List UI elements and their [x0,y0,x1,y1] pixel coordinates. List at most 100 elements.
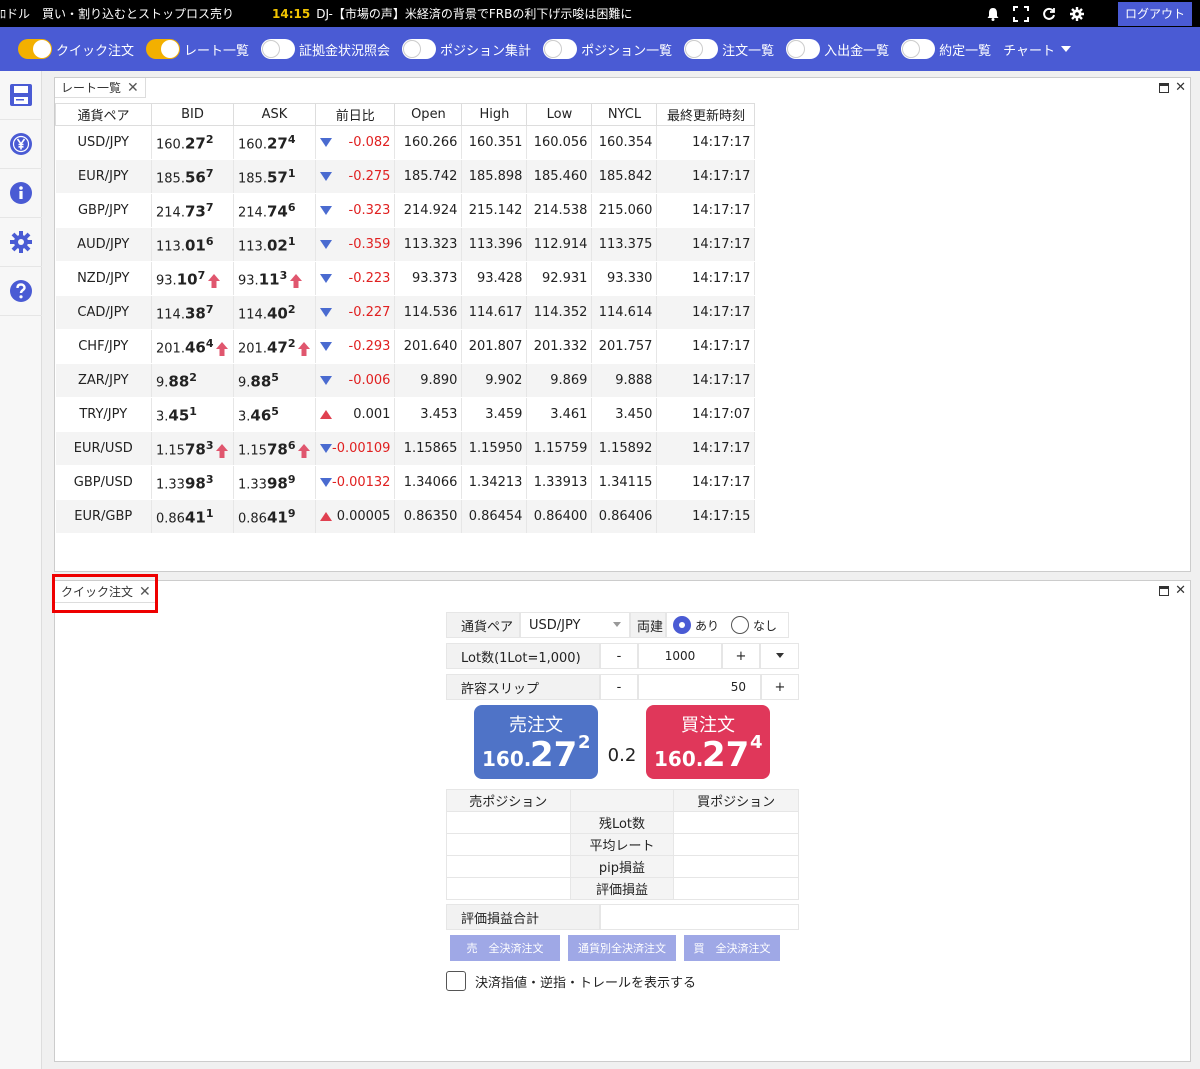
table-row[interactable]: AUD/JPY 113.016 113.021 -0.359 113.323 113.39… [55,227,756,262]
table-row[interactable]: GBP/USD 1.33983 1.33989 -0.00132 1.34066 1.34… [55,465,756,500]
pair-select[interactable]: USD/JPY [520,612,630,638]
ask-cell[interactable]: 160.274 [233,125,316,160]
col-header[interactable]: NYCL [591,103,658,126]
sell-order-button[interactable]: 売注文 160. 27 2 [474,705,598,779]
col-header[interactable]: 通貨ペア [55,103,152,126]
bid-cell[interactable]: 185.567 [151,159,234,194]
toggle-quick-order[interactable]: クイック注文 [18,39,134,59]
nav-help[interactable] [0,267,42,316]
slip-plus-button[interactable]: + [761,674,799,700]
col-header[interactable]: Low [526,103,593,126]
table-row[interactable]: CAD/JPY 114.387 114.402 -0.227 114.536 114.61… [55,295,756,330]
radio-ryodate-yes[interactable] [673,616,691,634]
bid-cell[interactable]: 0.86411 [151,499,234,534]
bell-icon[interactable] [984,5,1002,23]
table-row[interactable]: TRY/JPY 3.451 3.465 0.001 3.453 3.459 3.461 3.4… [55,397,756,432]
toggle-position-summary[interactable]: ポジション集計 [402,39,531,59]
table-row[interactable]: EUR/USD 1.15783 1.15786 -0.00109 1.15865 1.15… [55,431,756,466]
ask-cell[interactable]: 1.33989 [233,465,316,500]
order-buttons: 売注文 160. 27 2 0.2 買注文 160. 27 4 [446,705,799,781]
lot-input[interactable]: 1000 [638,643,722,669]
bid-cell[interactable]: 3.451 [151,397,234,432]
close-icon[interactable]: ✕ [1175,583,1186,598]
bid-cell[interactable]: 1.33983 [151,465,234,500]
ask-cell[interactable]: 1.15786 [233,431,316,466]
ask-cell[interactable]: 3.465 [233,397,316,432]
maximize-icon[interactable] [1159,83,1170,93]
col-header[interactable]: ASK [233,103,316,126]
buy-order-button[interactable]: 買注文 160. 27 4 [646,705,770,779]
maximize-icon[interactable] [1159,586,1170,596]
slip-input[interactable]: 50 [638,674,761,700]
col-header[interactable]: BID [151,103,234,126]
toggle-switch[interactable] [684,39,719,59]
toggle-margin-status[interactable]: 証拠金状況照会 [261,39,390,59]
toggle-switch[interactable] [402,39,437,59]
bid-cell[interactable]: 201.464 [151,329,234,364]
close-icon[interactable]: ✕ [127,80,139,96]
toggle-position-list[interactable]: ポジション一覧 [543,39,672,59]
lot-dropdown[interactable] [760,643,799,669]
ask-cell[interactable]: 114.402 [233,295,316,330]
gear-icon[interactable] [1068,5,1086,23]
ask-cell[interactable]: 9.885 [233,363,316,398]
pair-all-settle-button[interactable]: 通貨別全決済注文 [568,935,676,961]
up-arrow-icon [216,341,229,356]
bid-cell[interactable]: 93.107 [151,261,234,296]
nav-yen[interactable] [0,120,42,169]
time-cell: 14:17:17 [656,159,756,194]
toggle-order-list[interactable]: 注文一覧 [684,39,774,59]
bid-cell[interactable]: 9.882 [151,363,234,398]
bid-cell[interactable]: 1.15783 [151,431,234,466]
bid-cell[interactable]: 113.016 [151,227,234,262]
bid-cell[interactable]: 114.387 [151,295,234,330]
chart-menu[interactable]: チャート [1003,40,1073,59]
table-row[interactable]: NZD/JPY 93.107 93.113 -0.223 93.373 93.428 92.… [55,261,756,296]
ask-cell[interactable]: 113.021 [233,227,316,262]
bid-cell[interactable]: 160.272 [151,125,234,160]
tab-rate-list[interactable]: レート一覧 ✕ [55,78,146,98]
sell-all-settle-button[interactable]: 売 全決済注文 [450,935,560,961]
refresh-icon[interactable] [1040,5,1058,23]
fullscreen-icon[interactable] [1012,5,1030,23]
slip-minus-button[interactable]: - [600,674,638,700]
settle-options-checkbox[interactable] [446,971,466,991]
ticker-news[interactable]: DJ-【市場の声】米経済の背景でFRBの利下げ示唆は困難に [316,5,974,22]
toggle-execution-list[interactable]: 約定一覧 [901,39,991,59]
col-header[interactable]: High [461,103,528,126]
ask-cell[interactable]: 0.86419 [233,499,316,534]
table-row[interactable]: CHF/JPY 201.464 201.472 -0.293 201.640 201.80… [55,329,756,364]
toggle-switch[interactable] [901,39,936,59]
toggle-switch[interactable] [18,39,52,59]
toggle-switch[interactable] [543,39,578,59]
table-row[interactable]: GBP/JPY 214.737 214.746 -0.323 214.924 215.14… [55,193,756,228]
toggle-rate-list[interactable]: レート一覧 [146,39,249,59]
ask-cell[interactable]: 214.746 [233,193,316,228]
toggle-switch[interactable] [261,39,296,59]
ask-cell[interactable]: 201.472 [233,329,316,364]
nav-save[interactable] [0,71,42,120]
nav-settings[interactable] [0,218,42,267]
radio-ryodate-no[interactable] [731,616,750,634]
toggle-switch[interactable] [146,39,181,59]
lot-minus-button[interactable]: - [600,643,638,669]
table-row[interactable]: EUR/JPY 185.567 185.571 -0.275 185.742 185.89… [55,159,756,194]
bid-cell[interactable]: 214.737 [151,193,234,228]
logout-button[interactable]: ログアウト [1118,1,1192,26]
table-row[interactable]: USD/JPY 160.272 160.274 -0.082 160.266 160.35… [55,125,756,160]
ask-cell[interactable]: 185.571 [233,159,316,194]
ask-cell[interactable]: 93.113 [233,261,316,296]
col-header[interactable]: 前日比 [314,103,396,126]
close-icon[interactable]: ✕ [1175,80,1186,95]
lot-plus-button[interactable]: + [722,643,760,669]
side-nav [0,71,42,1069]
buy-all-settle-button[interactable]: 買 全決済注文 [684,935,780,961]
toggle-switch[interactable] [786,39,821,59]
nav-info[interactable] [0,169,42,218]
table-row[interactable]: EUR/GBP 0.86411 0.86419 0.00005 0.86350 0.864… [55,499,756,534]
price-head: 185. [156,171,185,187]
toggle-deposit-list[interactable]: 入出金一覧 [786,39,889,59]
col-header[interactable]: Open [394,103,463,126]
table-row[interactable]: ZAR/JPY 9.882 9.885 -0.006 9.890 9.902 9.869 9.… [55,363,756,398]
col-header[interactable]: 最終更新時刻 [656,103,756,126]
